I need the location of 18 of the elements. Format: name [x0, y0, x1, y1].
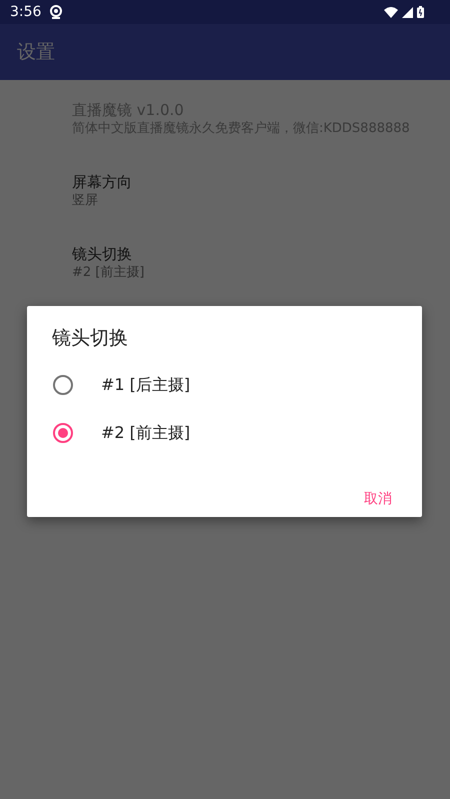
wifi-icon — [384, 6, 398, 18]
app-bar-title: 设置 — [17, 40, 55, 65]
preference-item[interactable]: 屏幕方向 竖屏 — [0, 160, 450, 232]
preference-title: 镜头切换 — [72, 244, 133, 264]
preference-summary: #2 [前主摄] — [72, 264, 146, 282]
radio-button[interactable] — [52, 374, 74, 396]
notification-icon — [49, 5, 64, 19]
preference-title: 屏幕方向 — [72, 172, 133, 192]
cancel-button[interactable]: 取消 — [356, 482, 400, 516]
signal-icon — [402, 6, 413, 18]
radio-option[interactable]: #1 [后主摄] — [27, 360, 422, 408]
radio-option[interactable]: #2 [前主摄] — [27, 408, 422, 456]
dialog-title: 镜头切换 — [52, 326, 129, 351]
preference-summary: 竖屏 — [72, 192, 99, 210]
battery-icon — [417, 6, 424, 18]
status-time: 3:56 — [10, 2, 42, 22]
radio-button[interactable] — [52, 422, 74, 444]
preference-item[interactable]: 镜头切换 #2 [前主摄] — [0, 232, 450, 304]
